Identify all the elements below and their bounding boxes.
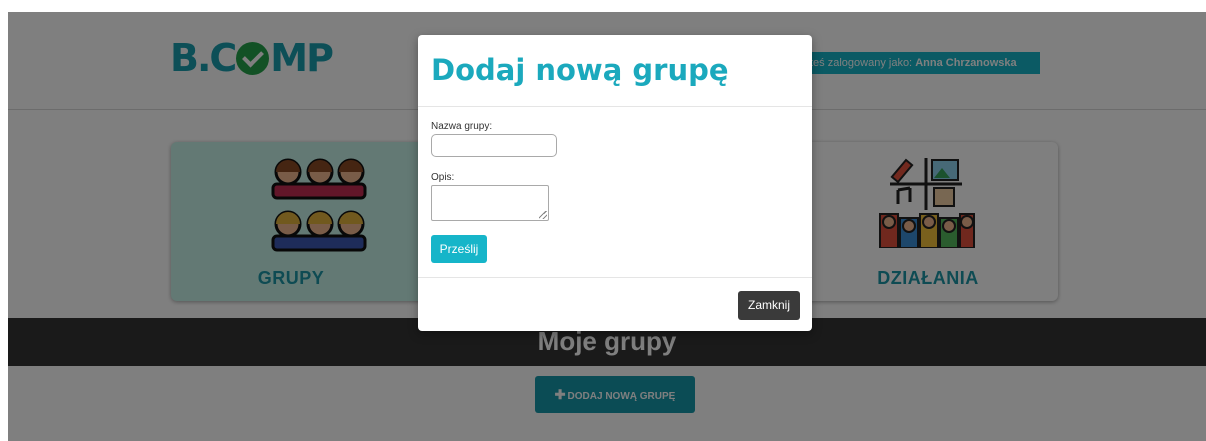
resize-grip-icon[interactable] <box>539 211 547 219</box>
modal-header: Dodaj nową grupę <box>418 35 812 107</box>
description-label: Opis: <box>431 172 455 183</box>
submit-button[interactable]: Prześlij <box>431 235 487 263</box>
modal-title: Dodaj nową grupę <box>431 53 729 87</box>
description-textarea[interactable] <box>431 185 549 221</box>
add-group-modal: Dodaj nową grupę Nazwa grupy: Opis: Prze… <box>418 35 812 331</box>
top-margin <box>0 0 1206 12</box>
group-name-input[interactable] <box>431 134 557 157</box>
group-name-label: Nazwa grupy: <box>431 121 493 132</box>
left-margin <box>0 0 8 441</box>
modal-body: Nazwa grupy: Opis: Prześlij <box>418 107 812 277</box>
close-button[interactable]: Zamknij <box>738 291 800 320</box>
modal-footer: Zamknij <box>418 277 812 331</box>
